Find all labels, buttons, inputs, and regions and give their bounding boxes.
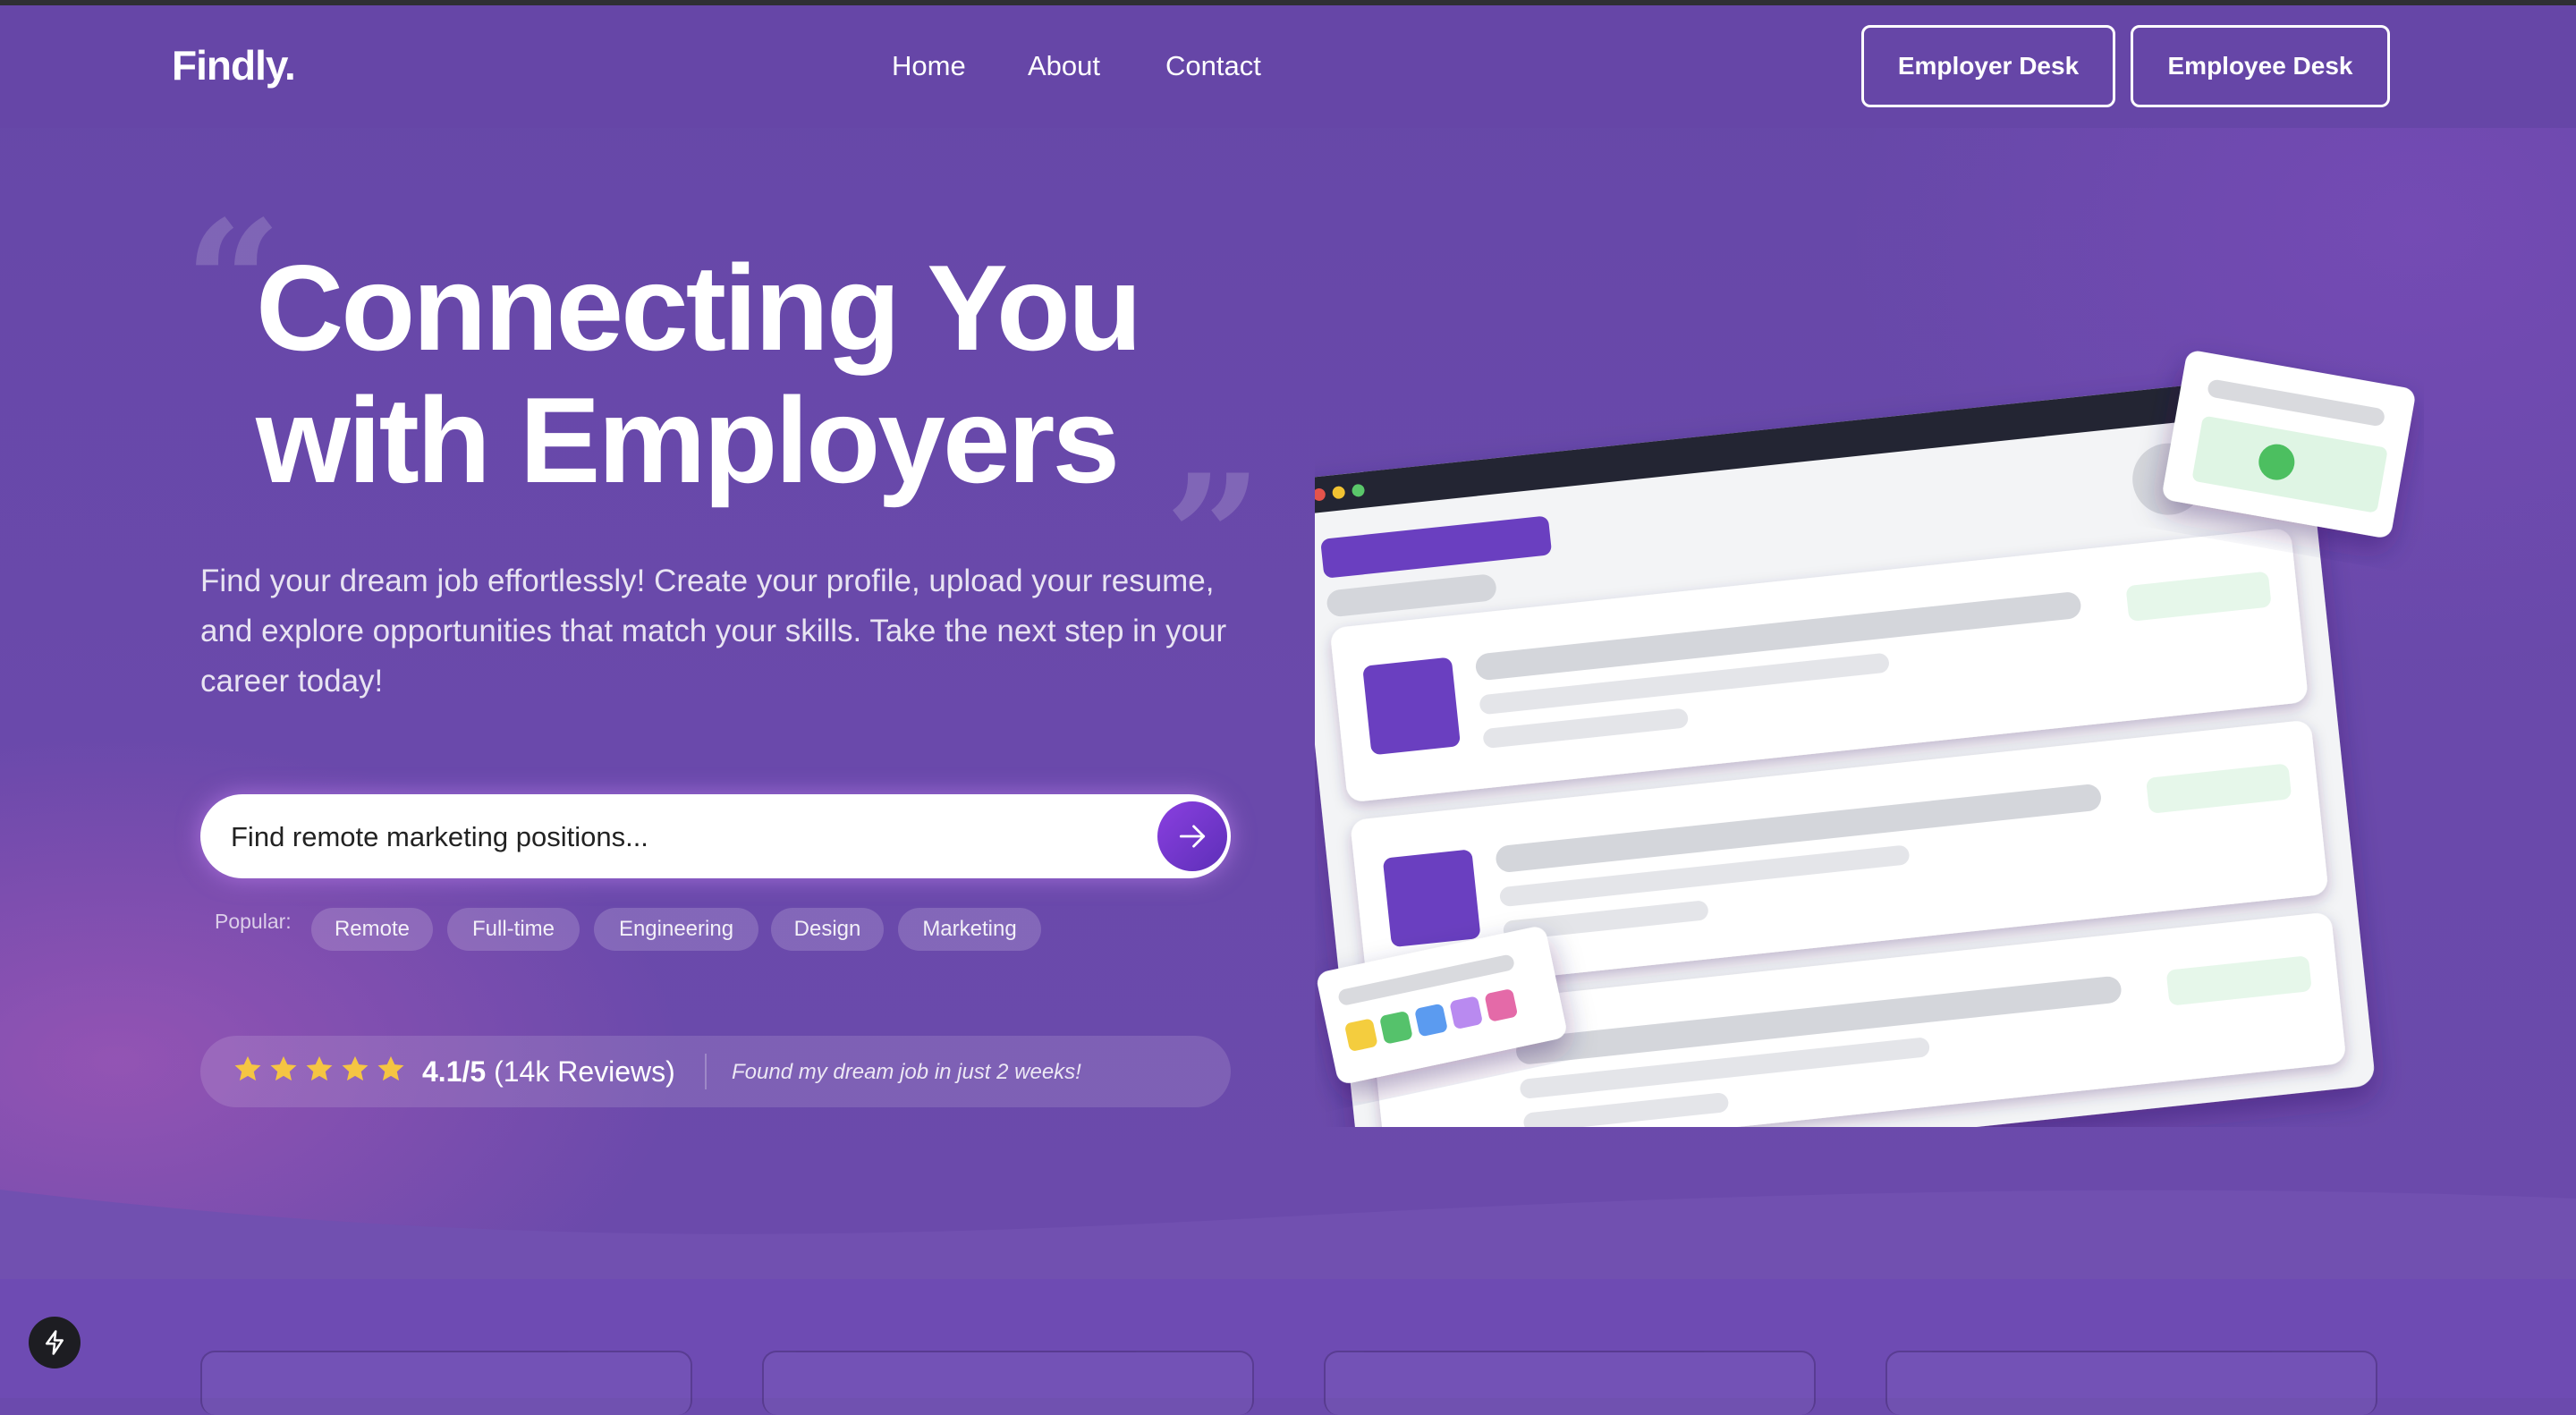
rating-text: 4.1/5 (14k Reviews) <box>422 1055 675 1089</box>
tag-engineering[interactable]: Engineering <box>594 908 758 951</box>
hero-description: Find your dream job effortlessly! Create… <box>200 563 1227 699</box>
logo[interactable]: Findly. <box>172 41 296 89</box>
nav-about[interactable]: About <box>1028 50 1100 82</box>
feature-card <box>762 1351 1254 1415</box>
lightning-bolt-button[interactable] <box>29 1317 80 1368</box>
feature-card <box>200 1351 692 1415</box>
lightning-bolt-icon <box>46 1330 64 1355</box>
hero-title-line-2: with Employers <box>256 372 1120 508</box>
rating-divider <box>705 1054 707 1089</box>
star-icon <box>234 1055 261 1081</box>
feature-card <box>1885 1351 2377 1415</box>
nav-home[interactable]: Home <box>892 50 966 82</box>
hero-title-line-1: Connecting You <box>256 240 1142 376</box>
star-icon <box>377 1055 404 1081</box>
tag-full-time[interactable]: Full-time <box>447 908 580 951</box>
star-rating <box>233 1054 406 1089</box>
feature-card <box>1324 1351 1816 1415</box>
star-icon <box>270 1055 297 1081</box>
tag-marketing[interactable]: Marketing <box>898 908 1041 951</box>
arrow-right-icon <box>1179 825 1206 848</box>
search-bar <box>200 794 1231 880</box>
nav-contact[interactable]: Contact <box>1165 50 1261 82</box>
testimonial-text: Found my dream job in just 2 weeks! <box>732 1060 1081 1084</box>
rating-score: 4.1/5 <box>422 1055 487 1088</box>
tag-remote[interactable]: Remote <box>311 908 433 951</box>
employer-desk-button[interactable]: Employer Desk <box>1861 25 2115 107</box>
popular-label: Popular: <box>215 910 292 933</box>
hero-wave-divider <box>0 1190 2576 1279</box>
employee-desk-button[interactable]: Employee Desk <box>2131 25 2390 107</box>
star-icon <box>342 1055 369 1081</box>
tag-design[interactable]: Design <box>771 908 884 951</box>
search-submit-button[interactable] <box>1157 801 1227 871</box>
job-board-illustration <box>1315 351 2415 1127</box>
rating-bar: 4.1/5 (14k Reviews) Found my dream job i… <box>200 1036 1231 1107</box>
hero-title: Connecting You with Employers <box>256 241 1284 506</box>
star-icon <box>306 1055 333 1081</box>
search-input[interactable] <box>229 794 1127 880</box>
rating-reviews: (14k Reviews) <box>494 1055 675 1088</box>
